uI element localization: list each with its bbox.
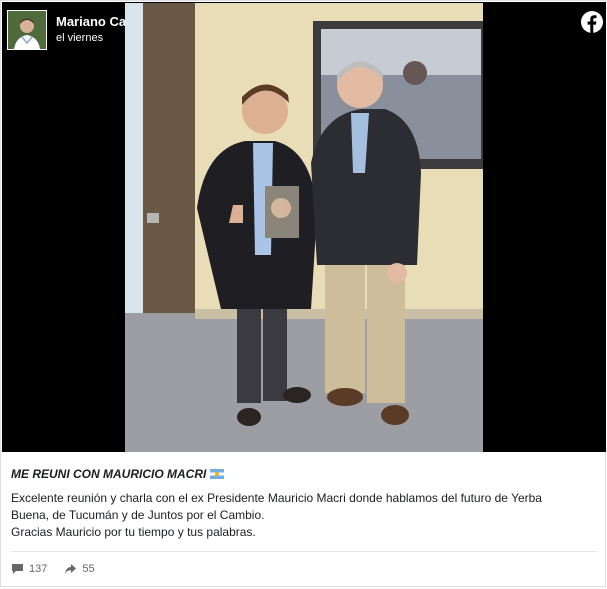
post-media[interactable]: Mariano Campero el viernes — [2, 2, 606, 452]
shares-stat[interactable]: 55 — [64, 563, 95, 575]
carpet — [125, 313, 483, 452]
framed-figure-2 — [403, 61, 427, 85]
stats-divider — [11, 551, 597, 552]
comments-stat[interactable]: 137 — [11, 563, 47, 575]
shares-count: 55 — [82, 563, 95, 575]
post-title-text: ME REUNI CON MAURICIO MACRI — [11, 467, 207, 481]
avatar-portrait — [8, 11, 46, 49]
post-title: ME REUNI CON MAURICIO MACRI — [11, 467, 225, 481]
facebook-logo-icon[interactable] — [581, 11, 603, 33]
post-timestamp[interactable]: el viernes — [56, 32, 103, 44]
share-icon — [65, 564, 77, 574]
facebook-post-card: Mariano Campero el viernes ME REUNI CON … — [0, 0, 606, 587]
post-body-line: Buena, de Tucumán y de Juntos por el Cam… — [11, 508, 265, 522]
door-handle — [147, 213, 159, 223]
comment-icon — [12, 564, 23, 574]
comments-count: 137 — [29, 563, 48, 575]
post-body-line: Excelente reunión y charla con el ex Pre… — [11, 491, 542, 505]
engagement-stats: 137 55 — [11, 563, 109, 578]
post-photo[interactable] — [125, 3, 483, 452]
argentina-flag-icon — [210, 469, 225, 479]
post-body-line: Gracias Mauricio por tu tiempo y tus pal… — [11, 525, 256, 539]
author-avatar[interactable] — [7, 10, 47, 50]
post-body: Excelente reunión y charla con el ex Pre… — [11, 490, 601, 541]
